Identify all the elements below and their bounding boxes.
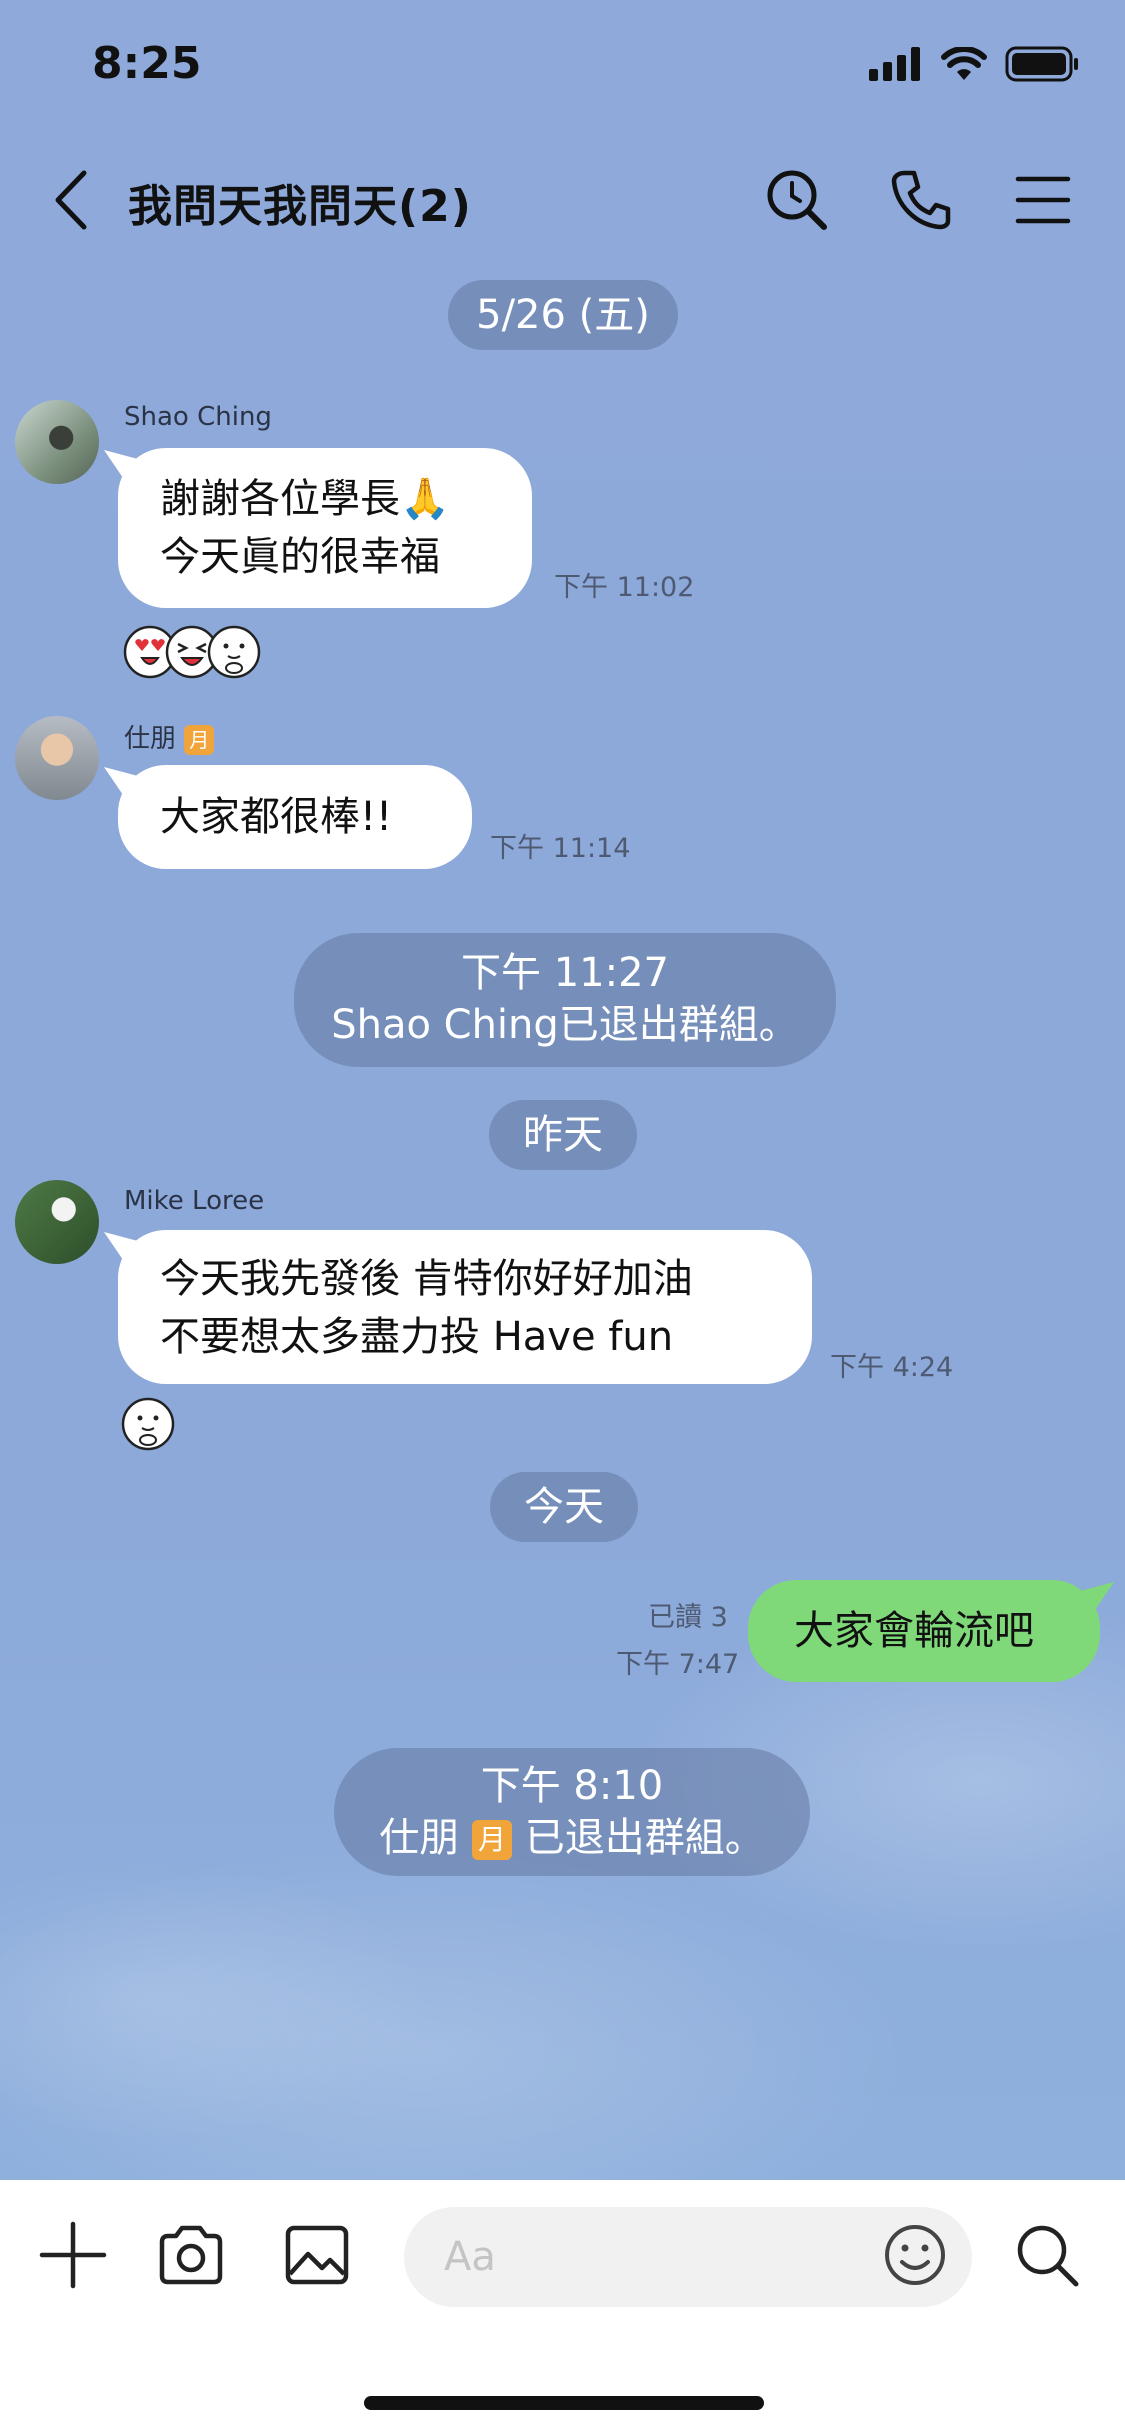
message-time: 下午 11:02 [554, 572, 695, 603]
date-separator: 今天 [490, 1472, 638, 1542]
sender-name: Shao Ching [124, 402, 272, 432]
message-bubble[interactable]: 謝謝各位學長🙏 今天眞的很幸福 [118, 448, 532, 608]
search-button-bottom[interactable] [1010, 2218, 1084, 2292]
date-separator: 昨天 [489, 1100, 637, 1170]
hamburger-menu-icon [1015, 176, 1071, 224]
avatar[interactable] [15, 716, 99, 800]
back-button[interactable] [48, 165, 98, 235]
system-time: 下午 8:10 [480, 1763, 664, 1809]
shy-sticker-icon [121, 1397, 175, 1451]
read-receipt: 已讀 3 [648, 1602, 728, 1633]
message-text: 今天眞的很幸福 [160, 534, 440, 580]
emoji-button[interactable] [880, 2220, 950, 2290]
plus-button[interactable] [36, 2218, 110, 2292]
system-time: 下午 11:27 [461, 950, 669, 996]
camera-icon [159, 2225, 223, 2285]
avatar[interactable] [15, 1180, 99, 1264]
sender-name: Mike Loree [124, 1186, 265, 1216]
sender-name: 仕朋 月 [124, 718, 215, 755]
menu-button[interactable] [1008, 165, 1078, 235]
system-text: 仕朋 月 已退出群組。 [334, 1812, 810, 1864]
system-name: 仕朋 [379, 1815, 460, 1861]
search-button[interactable] [762, 165, 832, 235]
my-message-bubble[interactable]: 大家會輪流吧 [748, 1580, 1100, 1682]
home-indicator[interactable] [364, 2396, 764, 2410]
image-icon [285, 2225, 349, 2285]
phone-icon [891, 170, 951, 230]
chat-title[interactable]: 我問天我問天(2) [128, 170, 472, 234]
camera-button[interactable] [154, 2218, 228, 2292]
date-separator: 5/26 (五) [448, 280, 678, 350]
moon-badge-icon: 月 [184, 724, 215, 755]
chevron-left-icon [55, 170, 87, 230]
system-notice: 下午 8:10 仕朋 月 已退出群組。 [334, 1748, 810, 1876]
status-icons [869, 46, 1079, 82]
system-notice: 下午 11:27 Shao Ching已退出群組。 [294, 933, 836, 1067]
message-text: 大家都很棒!! [160, 794, 393, 840]
message-time: 下午 4:24 [830, 1352, 954, 1383]
system-text: Shao Ching已退出群組。 [331, 1002, 799, 1048]
message-text: 大家會輪流吧 [794, 1608, 1034, 1654]
message-text: 不要想太多盡力投 Have fun [160, 1314, 674, 1360]
message-bubble[interactable]: 大家都很棒!! [118, 765, 472, 869]
plus-icon [39, 2221, 107, 2289]
search-icon [1017, 2225, 1079, 2287]
message-bubble[interactable]: 今天我先發後 肯特你好好加油 不要想太多盡力投 Have fun [118, 1230, 812, 1384]
message-text: 今天我先發後 肯特你好好加油 [160, 1256, 693, 1302]
status-time: 8:25 [92, 38, 202, 89]
signal-icon [869, 47, 920, 81]
battery-icon [1005, 46, 1078, 82]
message-text: 謝謝各位學長🙏 [160, 476, 450, 522]
message-time: 下午 7:47 [616, 1649, 740, 1680]
avatar[interactable] [15, 400, 99, 484]
image-button[interactable] [280, 2218, 354, 2292]
shy-sticker-icon [207, 625, 261, 679]
sender-name-text: 仕朋 [124, 724, 177, 754]
wifi-icon [941, 47, 987, 80]
call-button[interactable] [886, 165, 956, 235]
smiley-icon [885, 2225, 945, 2285]
message-time: 下午 11:14 [490, 833, 631, 864]
moon-badge-icon: 月 [472, 1820, 512, 1860]
search-icon [767, 170, 827, 230]
system-message: 已退出群組。 [524, 1815, 765, 1861]
